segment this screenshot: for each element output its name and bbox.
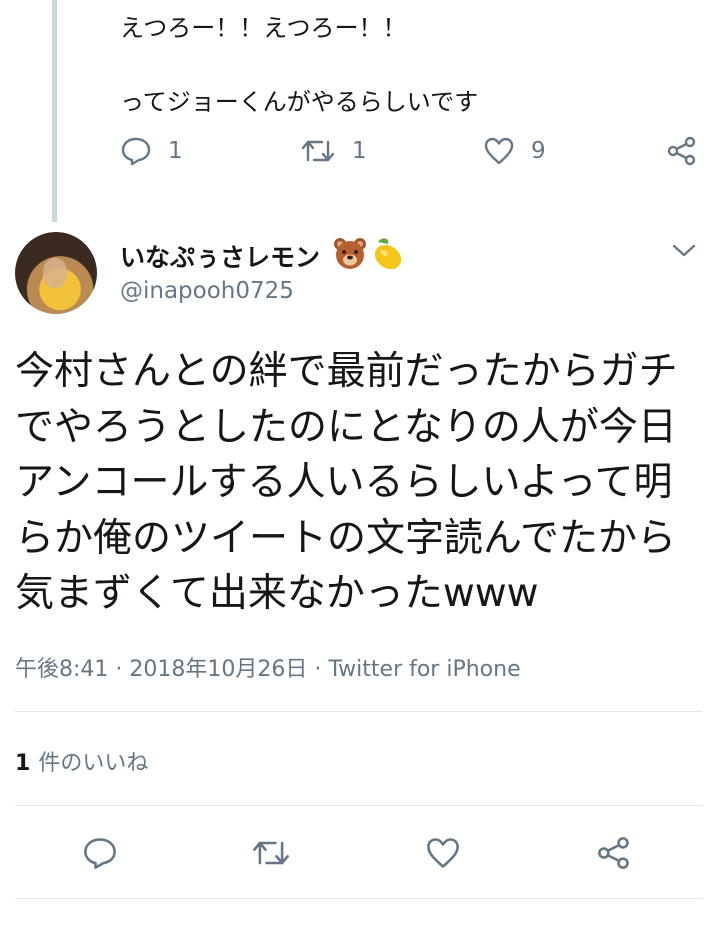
chevron-down-icon[interactable]: [670, 240, 698, 262]
retweet-icon: [253, 841, 289, 865]
thread-connector-line: [52, 0, 57, 222]
avatar[interactable]: [15, 232, 97, 314]
tweet-meta: 午後8:41 · 2018年10月26日 · Twitter for iPhon…: [15, 651, 521, 683]
tweet-source[interactable]: Twitter for iPhone: [328, 657, 520, 682]
reply-icon: [84, 838, 116, 869]
meta-separator: ·: [314, 657, 322, 682]
tweet-timestamp[interactable]: 午後8:41 · 2018年10月26日: [15, 657, 307, 682]
lemon-emoji: [374, 238, 402, 270]
previous-reply-count: 1: [168, 138, 183, 164]
previous-tweet-text-line2: ってジョーくんがやるらしいです: [120, 88, 479, 116]
previous-tweet-text-line1: えつろー！！えつろー！！: [120, 14, 407, 42]
share-icon: [667, 136, 696, 166]
heart-icon: [427, 838, 459, 868]
share-icon: [598, 837, 629, 869]
likes-label: 件のいいね: [38, 751, 149, 776]
divider: [15, 711, 702, 712]
previous-retweet-count: 1: [352, 138, 367, 164]
divider: [15, 805, 702, 806]
user-handle[interactable]: @inapooh0725: [120, 278, 294, 304]
divider: [15, 898, 702, 899]
reply-button[interactable]: [82, 836, 118, 870]
tweet-text: 今村さんとの絆で最前だったからガチ でやろうとしたのにとなりの人が今日 アンコー…: [15, 349, 678, 616]
previous-share-button[interactable]: [666, 136, 698, 166]
previous-retweet-button[interactable]: 1: [300, 136, 367, 166]
previous-like-count: 9: [531, 138, 546, 164]
previous-like-button[interactable]: 9: [483, 136, 546, 166]
previous-reply-button[interactable]: 1: [120, 136, 183, 166]
share-button[interactable]: [596, 836, 632, 870]
retweet-icon: [301, 140, 335, 162]
reply-icon: [121, 137, 151, 166]
bear-face-emoji: [334, 238, 366, 269]
like-button[interactable]: [425, 836, 461, 870]
heart-icon: [484, 137, 514, 165]
display-name[interactable]: いなぷぅさレモン: [120, 238, 320, 274]
likes-count: 1: [15, 751, 31, 776]
likes-summary[interactable]: 1 件のいいね: [15, 745, 148, 777]
retweet-button[interactable]: [251, 836, 291, 870]
